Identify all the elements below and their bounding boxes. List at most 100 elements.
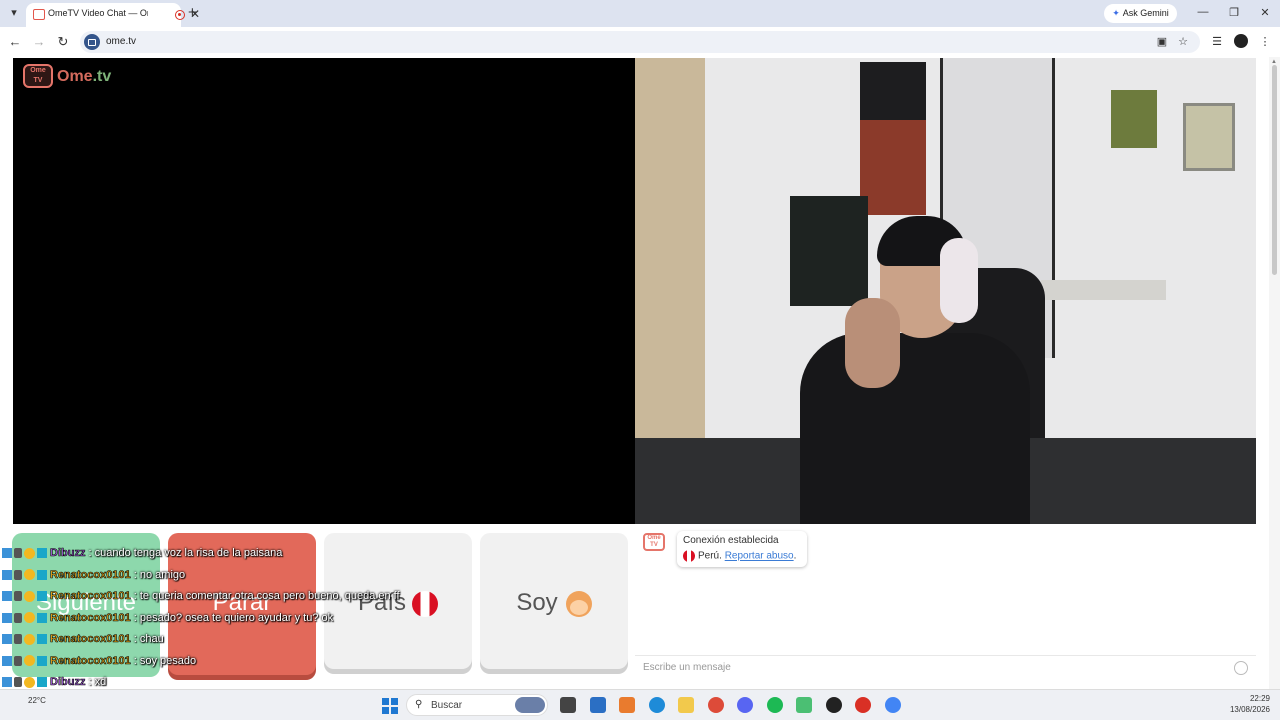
back-button[interactable]: ←	[7, 34, 23, 50]
boy-emoji-icon	[565, 590, 592, 617]
chat-text: : te queria comentar otra cosa pero buen…	[133, 590, 400, 602]
chat-badge-icon	[37, 634, 47, 645]
chat-badges	[2, 569, 50, 581]
ask-gemini-label: Ask Gemini	[1122, 8, 1169, 18]
logo-text-tv: .tv	[92, 68, 112, 85]
chat-badge-icon	[14, 591, 22, 602]
chat-badge-icon	[37, 677, 47, 688]
store-icon[interactable]	[589, 697, 606, 713]
chat-badges	[2, 547, 50, 559]
scene-table	[1041, 280, 1166, 300]
message-input-placeholder: Escribe un mensaje	[643, 662, 731, 673]
taskbar-search[interactable]: ⚲ Buscar	[406, 694, 548, 716]
clock-time: 22:29	[1249, 694, 1270, 703]
chat-badges	[2, 590, 50, 602]
tab-bar: ▾ OmeTV Video Chat — Ome ✕ + ✦Ask Gemini…	[0, 0, 1280, 27]
edge-icon[interactable]	[648, 697, 665, 713]
search-highlight-image	[515, 697, 545, 713]
chat-text: : no amigo	[133, 568, 186, 581]
discord-icon[interactable]	[737, 697, 753, 713]
local-webcam-video	[635, 58, 1256, 524]
tab-title: OmeTV Video Chat — Ome	[48, 8, 148, 18]
weather-widget[interactable]: 22°C	[28, 696, 46, 705]
chat-badge-icon	[14, 548, 22, 559]
site-info-icon[interactable]	[84, 34, 100, 50]
chat-username: Dibuzz	[50, 676, 89, 689]
emoji-picker-icon[interactable]	[1234, 661, 1248, 675]
scene-headphones	[940, 238, 978, 323]
chat-badge-icon	[14, 655, 22, 666]
chat-badge-icon	[37, 591, 47, 602]
chat-username: Renatocox0101	[50, 654, 134, 667]
close-window-button[interactable]: ✕	[1258, 6, 1272, 19]
gender-button-label: Soy	[516, 589, 558, 616]
spotify-icon[interactable]	[766, 697, 783, 713]
record-icon[interactable]	[855, 697, 871, 713]
minimize-button[interactable]: —	[1196, 6, 1210, 18]
tab-favicon-icon	[33, 9, 45, 20]
report-abuse-link[interactable]: Reportar abuso	[725, 551, 794, 562]
connection-status: Conexión establecida	[683, 535, 779, 546]
obs-icon[interactable]	[825, 697, 842, 713]
chat-message: Renatocox0101 : te queria comentar otra …	[2, 590, 400, 610]
chat-badge-icon	[2, 591, 12, 602]
copilot-icon[interactable]	[619, 697, 635, 713]
chat-badge-icon	[2, 677, 12, 688]
chrome-icon[interactable]	[707, 697, 724, 713]
chat-badge-icon	[24, 547, 35, 559]
start-button[interactable]	[382, 698, 398, 714]
chat-message: Renatocox0101 : soy pesado	[2, 654, 196, 675]
reload-button[interactable]: ↻	[55, 34, 71, 50]
ometv-chat-logo-icon: Ome TV	[643, 533, 665, 551]
clock[interactable]: 22:29 13/08/2026	[1220, 693, 1270, 715]
chat-badge-icon	[24, 655, 35, 667]
ometv-logo-text: Ome.tv	[57, 68, 111, 86]
chat-panel: Ome TV Conexión establecida Perú. Report…	[635, 525, 1256, 689]
chat-badge-icon	[2, 569, 12, 580]
recording-indicator-icon	[175, 10, 185, 20]
chat-message: Renatocox0101 : chau	[2, 633, 164, 653]
chat-badges	[2, 676, 50, 688]
gemini-sparkle-icon: ✦	[1112, 8, 1120, 18]
chat-badge-icon	[24, 590, 35, 602]
ask-gemini-button[interactable]: ✦ Ask Gemini	[1104, 4, 1177, 23]
connection-country: Perú.	[698, 550, 722, 562]
clock-date: 13/08/2026	[1229, 705, 1270, 714]
connection-notice: Conexión establecida Perú. Reportar abus…	[677, 531, 807, 567]
address-bar[interactable]: ome.tv	[80, 31, 1200, 53]
scene-black-frame	[860, 62, 926, 122]
taskbar-search-label: Buscar	[431, 700, 463, 711]
chat-text: : chau	[133, 633, 164, 645]
new-tab-button[interactable]: +	[188, 4, 197, 21]
windows-taskbar: 22°C ⚲ Buscar 22:29 13/08/2026	[0, 689, 1280, 720]
gender-select-button[interactable]: Soy	[480, 533, 628, 669]
chat-username: Renatocox0101	[50, 568, 134, 581]
chat-username: Renatocox0101	[50, 633, 134, 646]
install-app-icon[interactable]: ▣	[1155, 35, 1169, 48]
forward-button[interactable]: →	[31, 34, 47, 50]
connection-country-line: Perú. Reportar abuso.	[683, 550, 801, 562]
profile-avatar[interactable]	[1234, 34, 1248, 48]
media-controls-icon[interactable]: ☰	[1210, 35, 1224, 48]
chrome-profile-icon[interactable]	[884, 697, 901, 713]
menu-kebab-icon[interactable]: ⋮	[1258, 35, 1272, 48]
chat-badge-icon	[37, 612, 47, 623]
restore-button[interactable]: ❐	[1227, 6, 1241, 19]
folder-icon[interactable]	[678, 697, 694, 713]
scrollbar-thumb[interactable]	[1272, 65, 1277, 275]
message-input[interactable]: Escribe un mensaje	[635, 655, 1256, 679]
page-scrollbar[interactable]: ▲	[1269, 57, 1280, 689]
search-icon: ⚲	[415, 699, 423, 710]
scene-posters	[860, 120, 926, 215]
chat-badge-icon	[24, 612, 35, 624]
game-icon[interactable]	[796, 697, 812, 713]
logo-text-ome: Ome	[57, 68, 93, 85]
bookmark-star-icon[interactable]: ☆	[1176, 35, 1190, 48]
chat-badge-icon	[24, 569, 35, 581]
tab-ometv[interactable]: OmeTV Video Chat — Ome ✕	[26, 3, 200, 27]
ometv-logo-icon: Ome TV	[23, 64, 53, 88]
tab-search-chevron-icon[interactable]: ▾	[6, 5, 22, 21]
chat-username: Renatocox0101	[50, 611, 134, 624]
file-icon[interactable]	[560, 697, 576, 713]
scene-canvas	[790, 196, 868, 306]
